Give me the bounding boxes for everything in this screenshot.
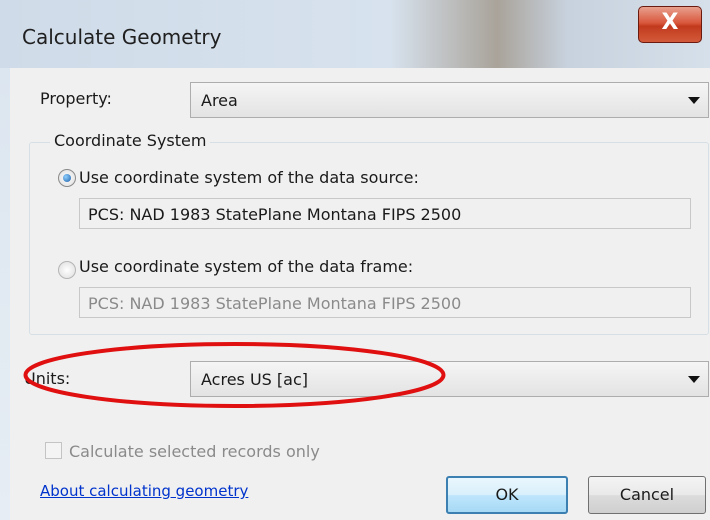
frame-coordinate-label[interactable]: Use coordinate system of the data frame: (79, 257, 413, 276)
title-bar: Calculate Geometry X (0, 0, 710, 68)
close-icon: X (661, 10, 679, 35)
dialog-title: Calculate Geometry (22, 25, 222, 49)
cancel-button[interactable]: Cancel (588, 476, 706, 514)
property-dropdown[interactable]: Area (190, 82, 709, 118)
frame-coordinate-radio[interactable] (58, 261, 76, 279)
units-label: Units: (24, 369, 71, 388)
coordinate-system-group-label: Coordinate System (50, 131, 211, 150)
source-coordinate-field: PCS: NAD 1983 StatePlane Montana FIPS 25… (79, 198, 691, 229)
chevron-down-icon (688, 97, 700, 104)
close-button[interactable]: X (638, 6, 702, 43)
calculate-geometry-dialog: Calculate Geometry X Property: Area Coor… (0, 0, 710, 520)
units-value: Acres US [ac] (201, 370, 308, 389)
selected-records-label: Calculate selected records only (69, 442, 320, 461)
frame-coordinate-field: PCS: NAD 1983 StatePlane Montana FIPS 25… (79, 287, 691, 318)
property-value: Area (201, 91, 238, 110)
source-coordinate-radio[interactable] (58, 169, 76, 187)
units-dropdown[interactable]: Acres US [ac] (190, 361, 709, 397)
selected-records-checkbox[interactable] (45, 442, 62, 459)
ok-button[interactable]: OK (446, 476, 568, 514)
about-calculating-geometry-link[interactable]: About calculating geometry (40, 482, 248, 500)
source-coordinate-label[interactable]: Use coordinate system of the data source… (79, 168, 419, 187)
chevron-down-icon (688, 376, 700, 383)
property-label: Property: (40, 89, 112, 108)
